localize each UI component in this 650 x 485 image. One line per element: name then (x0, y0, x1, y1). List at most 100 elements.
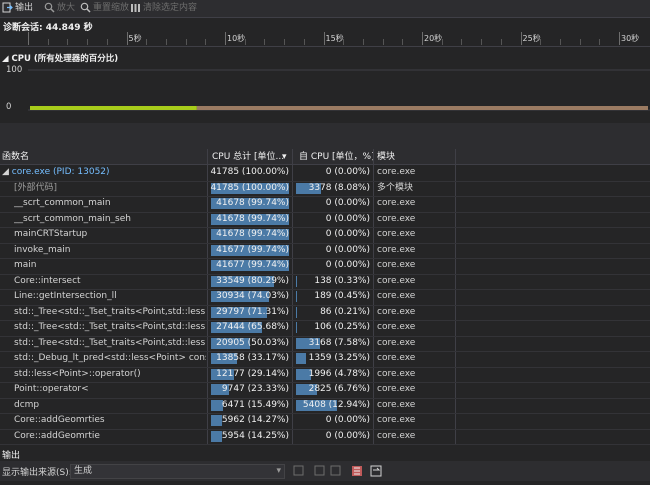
cpu-total-cell: 29797 (71.31%) (209, 305, 291, 320)
splitter-band[interactable] (0, 123, 650, 149)
self-cpu-value: 0 (0.00%) (325, 229, 370, 239)
table-row[interactable]: Core::addGeomrtie 5954 (14.25%) 0 (0.00%) c… (0, 429, 650, 445)
function-name-cell: Core::intersect (14, 274, 206, 289)
table-row[interactable]: Line::getIntersection_ll 30934 (74.03%) 18… (0, 289, 650, 306)
ruler-minor-tick (303, 39, 305, 45)
column-header-self-cpu[interactable]: 自 CPU [单位，%] (299, 151, 375, 163)
function-name-cell: Line::getIntersection_ll (14, 289, 206, 304)
self-cpu-bar (296, 275, 298, 287)
ruler-minor-tick (264, 39, 266, 45)
self-cpu-cell: 1359 (3.25%) (294, 351, 372, 366)
cpu-total-value: 13858 (33.17%) (216, 353, 289, 363)
function-name-cell: Core::addGeomrties (14, 413, 206, 428)
function-name-text: Point::operator< (14, 384, 89, 394)
table-row[interactable]: main 41677 (99.74%) 0 (0.00%) core.exe (0, 258, 650, 275)
self-cpu-value: 0 (0.00%) (325, 430, 370, 441)
output-source-value: 生成 (74, 466, 93, 476)
table-row[interactable]: dcmp 6471 (15.49%) 5408 (12.94%) core.exe (0, 398, 650, 414)
self-cpu-value: 138 (0.33%) (314, 275, 370, 286)
ruler-minor-tick (146, 39, 148, 45)
table-row[interactable]: ◢ core.exe (PID: 13052) 41785 (100.00%) 0 … (0, 165, 650, 182)
self-cpu-bar (296, 306, 297, 318)
table-row[interactable]: Core::intersect 33549 (80.29%) 138 (0.33%)… (0, 274, 650, 290)
export-icon (2, 2, 13, 13)
cpu-total-value: 30934 (74.03%) (216, 291, 289, 301)
self-cpu-value: 3168 (7.58%) (308, 337, 370, 348)
self-cpu-cell: 0 (0.00%) (294, 165, 372, 180)
self-cpu-cell: 138 (0.33%) (294, 274, 372, 289)
function-name-cell: std::less<Point>::operator() (14, 367, 206, 382)
self-cpu-bar (296, 353, 307, 364)
table-row[interactable]: std::_Tree<std::_Tset_traits<Point,std::… (0, 336, 650, 352)
column-header-function-name[interactable]: 函数名 (2, 151, 29, 163)
module-cell: core.exe (377, 213, 416, 224)
self-cpu-value: 0 (0.00%) (325, 198, 370, 208)
cpu-total-value: 41678 (99.74%) (216, 229, 289, 239)
cpu-total-value: 5954 (14.25%) (221, 430, 289, 441)
column-header-cpu-total[interactable]: CPU 总计 [单位... (212, 151, 284, 163)
cpu-total-cell: 41785 (100.00%) (209, 181, 291, 196)
table-row[interactable]: std::_Tree<std::_Tset_traits<Point,std::… (0, 320, 650, 337)
module-cell: core.exe (377, 167, 416, 177)
table-row[interactable]: std::_Tree<std::_Tset_traits<Point,std::… (0, 305, 650, 321)
cpu-total-value: 41785 (100.00%) (210, 167, 289, 177)
cpu-total-cell: 41678 (99.74%) (209, 196, 291, 211)
self-cpu-bar (296, 322, 297, 333)
cpu-total-value: 41677 (99.74%) (216, 244, 289, 255)
function-name-text: std::_Tree<std::_Tset_traits<Point,std::… (14, 306, 206, 317)
self-cpu-cell: 189 (0.45%) (294, 289, 372, 304)
goto-previous-icon[interactable] (293, 465, 304, 476)
column-header-module[interactable]: 模块 (377, 151, 395, 163)
ruler-minor-tick (382, 39, 384, 45)
function-name-text: __scrt_common_main_seh (14, 213, 131, 224)
clear-all-icon[interactable] (352, 466, 362, 476)
function-name-text: Core::addGeomrtie (14, 430, 100, 441)
cpu-chart[interactable]: 100 0 (0, 62, 650, 122)
output-panel-header: 输出 (0, 447, 650, 461)
table-row[interactable]: std::less<Point>::operator() 12177 (29.14… (0, 367, 650, 383)
cpu-total-value: 20905 (50.03%) (216, 337, 289, 348)
self-cpu-cell: 0 (0.00%) (294, 227, 372, 242)
module-cell: core.exe (377, 368, 416, 379)
export-label: 输出 (15, 3, 34, 13)
reset-zoom-button[interactable]: 重置缩放 (80, 2, 129, 15)
find-next-icon[interactable] (330, 465, 341, 476)
self-cpu-cell: 1996 (4.78%) (294, 367, 372, 382)
table-row[interactable]: __scrt_common_main 41678 (99.74%) 0 (0.00%… (0, 196, 650, 213)
table-row[interactable]: invoke_main 41677 (99.74%) 0 (0.00%) core.e… (0, 243, 650, 259)
cpu-total-bar (211, 430, 223, 442)
table-row[interactable]: mainCRTStartup 41678 (99.74%) 0 (0.00%) cor… (0, 227, 650, 244)
table-row[interactable]: Core::addGeomrties 5962 (14.27%) 0 (0.00%)… (0, 413, 650, 430)
module-cell: core.exe (377, 337, 416, 348)
cpu-total-cell: 41678 (99.74%) (209, 212, 291, 227)
module-cell: core.exe (377, 306, 416, 317)
module-cell: core.exe (377, 275, 416, 286)
table-row[interactable]: Point::operator< 9747 (23.33%) 2825 (6.76%… (0, 382, 650, 399)
timeline-ruler[interactable]: 5秒 10秒 15秒 20秒 25秒 30秒 (0, 32, 650, 47)
function-name-text: [外部代码] (14, 182, 58, 193)
self-cpu-value: 0 (0.00%) (325, 167, 370, 177)
function-name-text: mainCRTStartup (14, 229, 88, 239)
cpu-total-cell: 41785 (100.00%) (209, 165, 291, 180)
toggle-word-wrap-icon[interactable] (370, 465, 382, 477)
module-cell: core.exe (377, 353, 416, 363)
self-cpu-cell: 0 (0.00%) (294, 429, 372, 444)
ruler-major-tick (28, 32, 29, 45)
clear-selection-button[interactable]: 清除选定内容 (130, 2, 197, 15)
zoom-in-button[interactable]: 放大 (44, 2, 75, 15)
export-button[interactable]: 输出 (2, 2, 33, 15)
module-cell: core.exe (377, 384, 416, 394)
goto-next-icon[interactable] (314, 465, 325, 476)
cpu-chart-plot (28, 69, 650, 111)
table-row[interactable]: __scrt_common_main_seh 41678 (99.74%) 0 (0… (0, 212, 650, 228)
expand-icon[interactable]: ◢ (2, 167, 12, 177)
ruler-minor-tick (559, 39, 561, 45)
toolbar: 输出 放大 重置缩放 清除选定内容 (0, 0, 650, 18)
output-source-select[interactable]: 生成 ▾ (70, 464, 285, 479)
output-actions (293, 465, 382, 477)
module-cell: core.exe (377, 291, 416, 301)
cpu-total-cell: 13858 (33.17%) (209, 351, 291, 366)
sort-descending-icon[interactable]: ▾ (282, 151, 287, 163)
table-row[interactable]: [外部代码] 41785 (100.00%) 3378 (8.08%) 多个模块 (0, 181, 650, 197)
table-row[interactable]: std::_Debug_lt_pred<std::less<Point> con… (0, 351, 650, 368)
